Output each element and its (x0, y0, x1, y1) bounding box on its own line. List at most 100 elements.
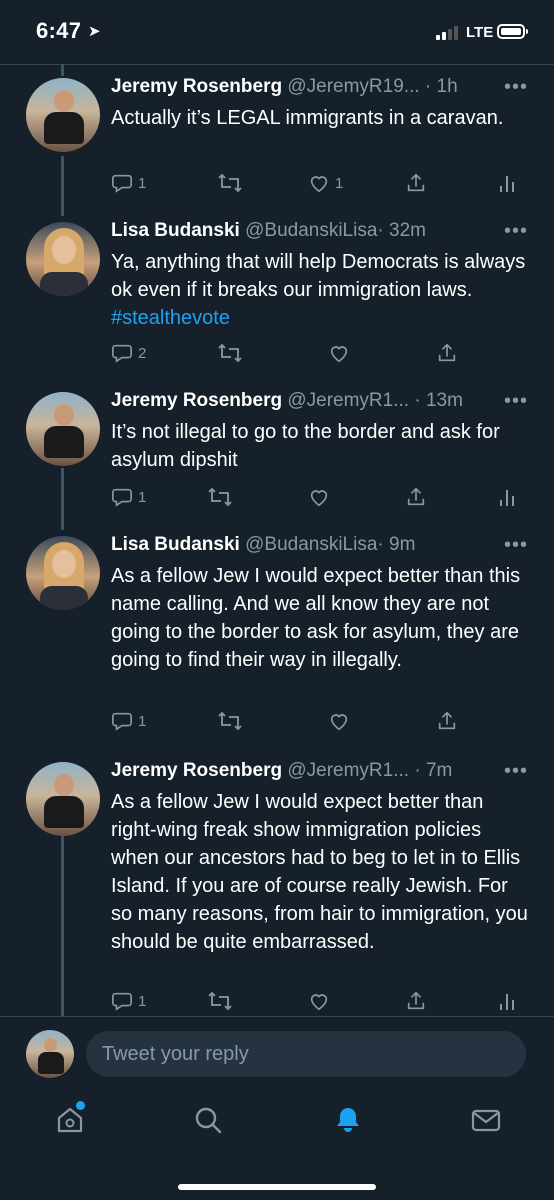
reply-icon (112, 992, 132, 1011)
analytics-button[interactable] (498, 486, 516, 510)
author-name[interactable]: Jeremy Rosenberg (111, 760, 282, 781)
author-name[interactable]: Lisa Budanski (111, 220, 240, 241)
more-options-icon[interactable]: ••• (504, 390, 528, 413)
heart-icon (310, 994, 328, 1011)
heart-icon (330, 346, 348, 363)
analytics-icon (500, 994, 514, 1010)
thread-line (61, 836, 64, 1016)
tweet-header: Jeremy Rosenberg @JeremyR1... · 13m (111, 390, 463, 418)
tab-notifications[interactable] (332, 1104, 364, 1136)
my-avatar[interactable] (26, 1030, 74, 1078)
hashtag-link[interactable]: #stealthevote (111, 307, 230, 329)
tab-messages[interactable] (470, 1104, 502, 1136)
battery-icon (497, 24, 528, 39)
author-handle[interactable]: @JeremyR19... (287, 76, 419, 97)
analytics-icon (500, 490, 514, 506)
share-button[interactable] (405, 486, 427, 510)
reply-count: 1 (138, 175, 147, 192)
tweet-header: Lisa Budanski @BudanskiLisa· 32m (111, 220, 426, 248)
tweet-text-content: Ya, anything that will help Democrats is… (111, 251, 526, 301)
tweet-text: Ya, anything that will help Democrats is… (111, 248, 531, 332)
retweet-icon (218, 173, 242, 193)
share-icon (438, 711, 456, 730)
retweet-button[interactable] (217, 342, 243, 366)
reply-count: 2 (138, 345, 147, 362)
reply-button[interactable]: 1 (111, 172, 146, 196)
thread-line (61, 468, 64, 530)
like-button[interactable] (308, 990, 330, 1014)
retweet-icon (208, 991, 232, 1011)
heart-icon (330, 714, 348, 731)
reply-placeholder: Tweet your reply (102, 1043, 249, 1065)
retweet-icon (218, 343, 242, 363)
retweet-button[interactable] (217, 172, 243, 196)
share-button[interactable] (436, 710, 458, 734)
like-button[interactable]: 1 (308, 172, 343, 196)
author-handle[interactable]: @JeremyR1... (287, 760, 409, 781)
tweet-time: · 32m (377, 220, 426, 241)
avatar[interactable] (26, 78, 100, 152)
reply-icon (112, 712, 132, 731)
avatar[interactable] (26, 762, 100, 836)
notification-dot (76, 1101, 85, 1110)
reply-button[interactable]: 1 (111, 990, 146, 1014)
author-handle[interactable]: @BudanskiLisa (245, 534, 377, 555)
avatar[interactable] (26, 222, 100, 296)
retweet-button[interactable] (217, 710, 243, 734)
reply-icon (112, 344, 132, 363)
divider (0, 64, 554, 65)
share-button[interactable] (405, 990, 427, 1014)
tweet-text: As a fellow Jew I would expect better th… (111, 791, 528, 953)
share-button[interactable] (436, 342, 458, 366)
reply-count: 1 (138, 713, 147, 730)
retweet-button[interactable] (207, 486, 233, 510)
retweet-icon (218, 711, 242, 731)
reply-count: 1 (138, 993, 147, 1010)
divider (0, 1016, 554, 1017)
more-options-icon[interactable]: ••• (504, 76, 528, 99)
like-button[interactable] (308, 486, 330, 510)
share-icon (407, 991, 425, 1010)
tweet-time: · 9m (377, 534, 416, 555)
avatar[interactable] (26, 536, 100, 610)
reply-icon (112, 174, 132, 193)
avatar[interactable] (26, 392, 100, 466)
more-options-icon[interactable]: ••• (504, 760, 528, 783)
tweet-text: Actually it’s LEGAL immigrants in a cara… (111, 107, 504, 129)
thread-line (61, 64, 64, 76)
analytics-icon (500, 176, 514, 192)
share-icon (438, 343, 456, 362)
reply-button[interactable]: 2 (111, 342, 146, 366)
author-name[interactable]: Jeremy Rosenberg (111, 390, 282, 411)
tweet-time: · 1h (424, 76, 458, 97)
messages-icon (471, 1109, 501, 1132)
tweet-text: As a fellow Jew I would expect better th… (111, 565, 521, 671)
signal-strength-icon (436, 24, 462, 40)
like-button[interactable] (328, 710, 350, 734)
reply-input[interactable]: Tweet your reply (86, 1031, 526, 1077)
search-icon (195, 1107, 222, 1134)
share-icon (407, 487, 425, 506)
author-handle[interactable]: @JeremyR1... (287, 390, 409, 411)
author-name[interactable]: Lisa Budanski (111, 534, 240, 555)
author-name[interactable]: Jeremy Rosenberg (111, 76, 282, 97)
retweet-button[interactable] (207, 990, 233, 1014)
status-bar: 6:47 ➤ LTE (0, 0, 554, 64)
clock: 6:47 (36, 18, 82, 43)
thread-line (61, 156, 64, 216)
reply-button[interactable]: 1 (111, 710, 146, 734)
reply-button[interactable]: 1 (111, 486, 146, 510)
analytics-button[interactable] (498, 990, 516, 1014)
more-options-icon[interactable]: ••• (504, 220, 528, 243)
share-button[interactable] (405, 172, 427, 196)
analytics-button[interactable] (498, 172, 516, 196)
tab-search[interactable] (192, 1104, 224, 1136)
like-button[interactable] (328, 342, 350, 366)
share-icon (407, 173, 425, 192)
tweet-time: · 7m (414, 760, 453, 781)
heart-icon (310, 490, 328, 507)
more-options-icon[interactable]: ••• (504, 534, 528, 557)
reply-icon (112, 488, 132, 507)
author-handle[interactable]: @BudanskiLisa (245, 220, 377, 241)
tweet-text: It’s not illegal to go to the border and… (111, 421, 500, 471)
